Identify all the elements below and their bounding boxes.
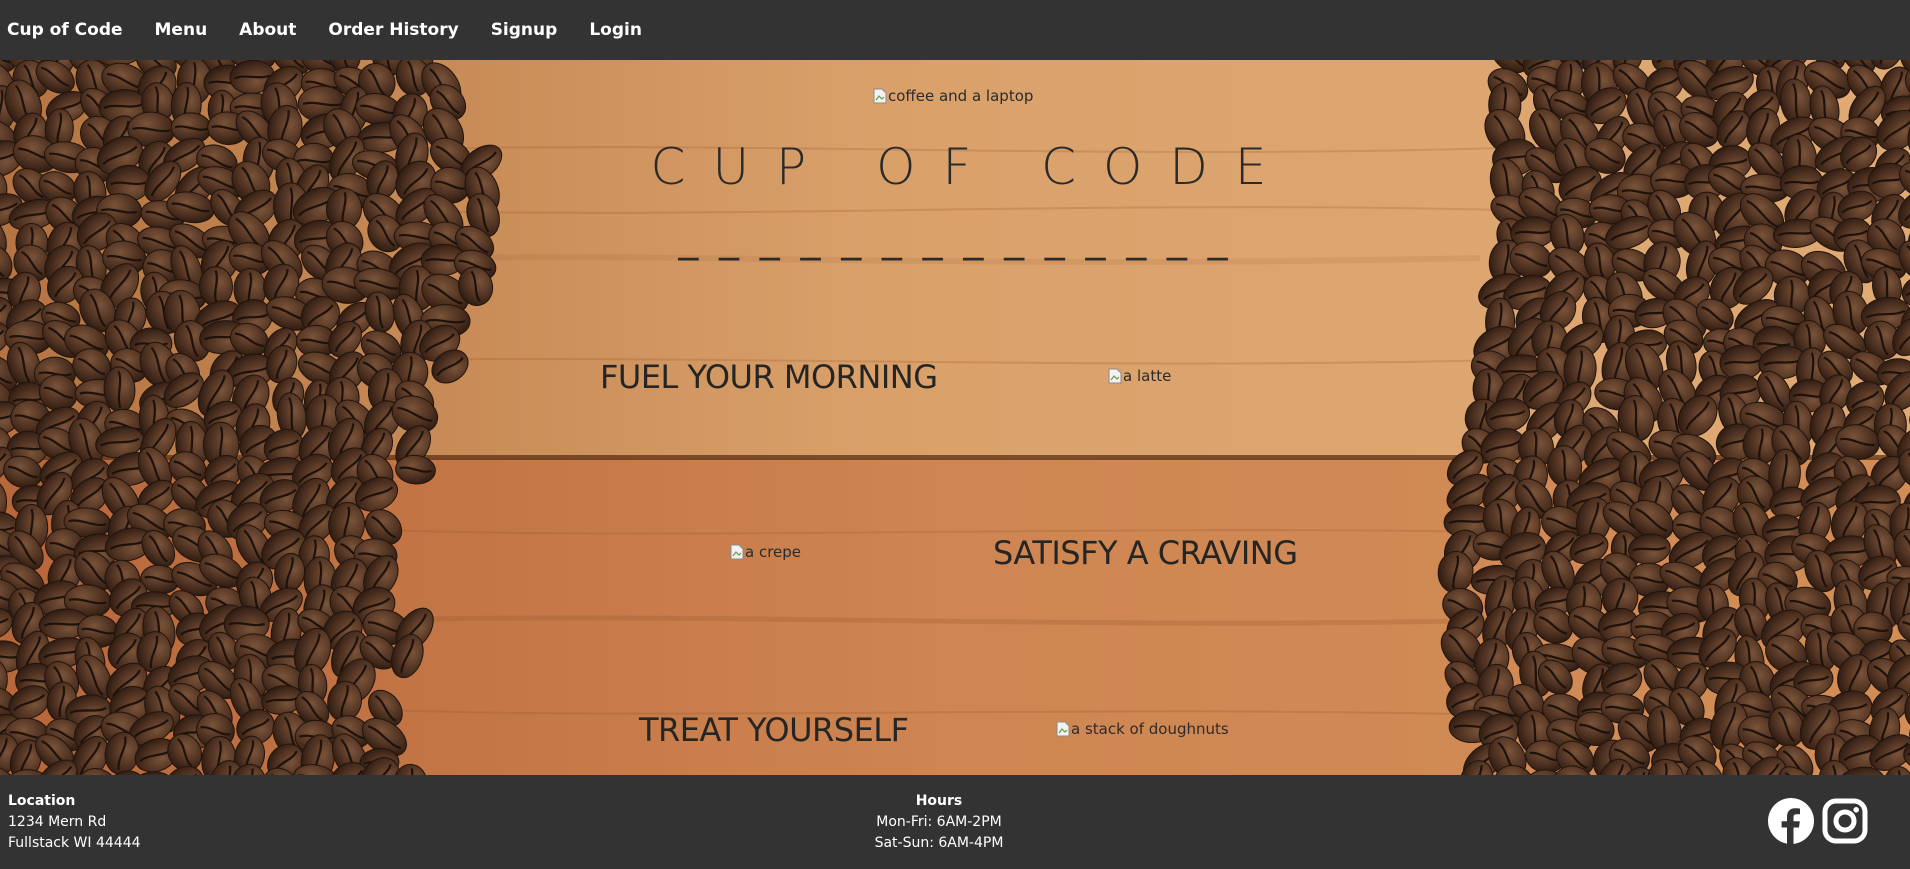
title-underline-dashes: _ _ _ _ _ _ _ _ _ _ _ _ _ _	[678, 215, 1232, 261]
broken-image-icon	[730, 544, 744, 560]
latte-image: a latte	[1108, 367, 1171, 385]
tagline-satisfy-a-craving: SATISFY A CRAVING	[993, 534, 1298, 572]
broken-image-icon	[1108, 368, 1122, 384]
footer-hours: Hours Mon-Fri: 6AM-2PM Sat-Sun: 6AM-4PM	[0, 791, 1878, 854]
nav-link-signup[interactable]: Signup	[491, 20, 558, 40]
instagram-icon[interactable]	[1822, 798, 1868, 844]
broken-image-icon	[1056, 721, 1070, 737]
crepe-image-alt: a crepe	[745, 543, 802, 561]
nav-link-login[interactable]: Login	[589, 20, 642, 40]
hours-weekends: Sat-Sun: 6AM-4PM	[874, 835, 1004, 851]
doughnuts-image-alt: a stack of doughnuts	[1071, 720, 1229, 738]
top-navbar: Cup of Code Menu About Order History Sig…	[0, 0, 1910, 60]
nav-link-menu[interactable]: Menu	[155, 20, 208, 40]
facebook-icon[interactable]	[1768, 798, 1814, 844]
nav-link-about[interactable]: About	[239, 20, 296, 40]
hero-section: coffee and a laptop CUP OF CODE _ _ _ _ …	[0, 60, 1910, 775]
doughnuts-image: a stack of doughnuts	[1056, 720, 1229, 738]
site-title: CUP OF CODE	[650, 138, 1294, 196]
broken-image-icon	[873, 88, 887, 104]
tagline-fuel-your-morning: FUEL YOUR MORNING	[600, 358, 938, 396]
hero-top-image-alt: coffee and a laptop	[888, 87, 1034, 105]
latte-image-alt: a latte	[1123, 367, 1172, 385]
hours-weekdays: Mon-Fri: 6AM-2PM	[876, 814, 1002, 830]
hero-top-image: coffee and a laptop	[873, 87, 1033, 105]
nav-link-order-history[interactable]: Order History	[328, 20, 458, 40]
site-footer: Location 1234 Mern Rd Fullstack WI 44444…	[0, 775, 1910, 869]
nav-brand-link[interactable]: Cup of Code	[7, 20, 123, 40]
tagline-treat-yourself: TREAT YOURSELF	[639, 711, 909, 749]
hours-heading: Hours	[915, 793, 963, 809]
crepe-image: a crepe	[730, 543, 801, 561]
